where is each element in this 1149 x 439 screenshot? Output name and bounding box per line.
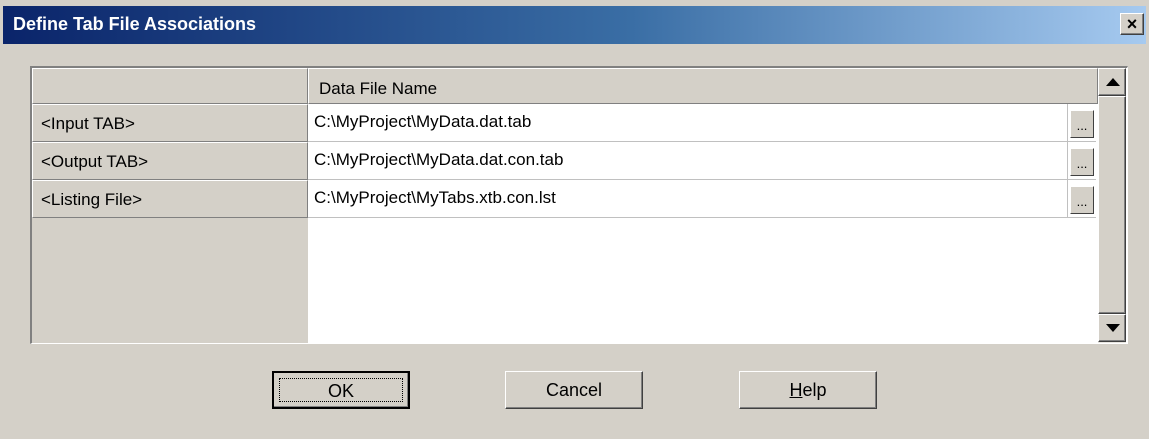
ok-button-label: OK: [327, 381, 354, 401]
arrow-up-icon: [1106, 78, 1120, 86]
help-mnemonic: H: [789, 380, 803, 400]
row-label: <Output TAB>: [41, 152, 149, 171]
row-label: <Input TAB>: [41, 114, 135, 133]
row-header-output-tab[interactable]: <Output TAB>: [32, 142, 308, 180]
browse-cell-listing-file: ...: [1068, 180, 1096, 218]
help-button-label: Help: [789, 380, 826, 400]
browse-button-input-tab[interactable]: ...: [1070, 110, 1094, 138]
close-icon: ×: [1126, 13, 1138, 34]
scroll-thumb[interactable]: [1098, 96, 1126, 314]
close-button[interactable]: ×: [1120, 13, 1144, 35]
column-header-label: Data File Name: [319, 79, 438, 98]
browse-cell-output-tab: ...: [1068, 142, 1096, 180]
title-bar[interactable]: Define Tab File Associations: [3, 6, 1146, 44]
data-file-cell-listing-file[interactable]: C:\MyProject\MyTabs.xtb.con.lst: [308, 180, 1068, 218]
browse-cell-input-tab: ...: [1068, 104, 1096, 142]
row-header-listing-file[interactable]: <Listing File>: [32, 180, 308, 218]
data-file-cell-output-tab[interactable]: C:\MyProject\MyData.dat.con.tab: [308, 142, 1068, 180]
corner-header-cell: [32, 68, 308, 104]
dialog-window: Define Tab File Associations × Data File…: [0, 0, 1149, 439]
data-file-cell-input-tab[interactable]: C:\MyProject\MyData.dat.tab: [308, 104, 1068, 142]
help-button[interactable]: Help: [739, 371, 877, 409]
dialog-title: Define Tab File Associations: [13, 14, 257, 34]
vertical-scrollbar[interactable]: [1098, 68, 1126, 343]
row-label: <Listing File>: [41, 190, 143, 209]
scroll-up-button[interactable]: [1098, 68, 1126, 96]
cell-value: C:\MyProject\MyData.dat.con.tab: [314, 150, 564, 169]
cell-value: C:\MyProject\MyTabs.xtb.con.lst: [314, 188, 556, 207]
help-label-rest: elp: [802, 380, 827, 400]
browse-button-output-tab[interactable]: ...: [1070, 148, 1094, 176]
column-header-data-file-name[interactable]: Data File Name: [308, 68, 1098, 104]
cancel-button[interactable]: Cancel: [505, 371, 643, 409]
browse-button-listing-file[interactable]: ...: [1070, 186, 1094, 214]
arrow-down-icon: [1106, 324, 1120, 332]
cancel-button-label: Cancel: [545, 380, 603, 400]
ok-button[interactable]: OK: [272, 371, 410, 409]
cell-value: C:\MyProject\MyData.dat.tab: [314, 112, 532, 131]
scroll-down-button[interactable]: [1098, 314, 1126, 342]
file-association-grid: Data File Name <Input TAB> C:\MyProject\…: [30, 66, 1128, 344]
row-header-input-tab[interactable]: <Input TAB>: [32, 104, 308, 142]
